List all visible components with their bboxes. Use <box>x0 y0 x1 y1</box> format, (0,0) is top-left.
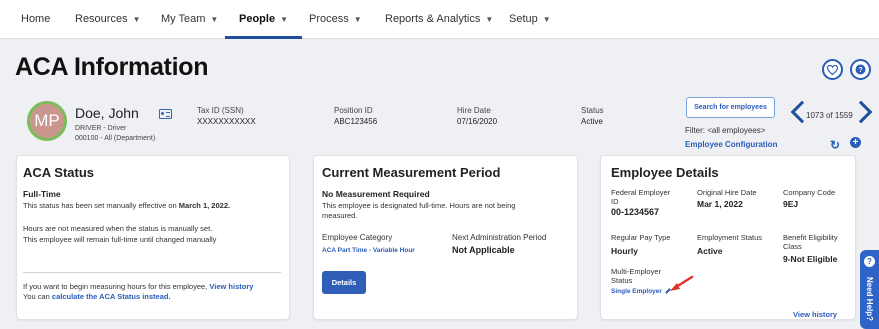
nav-setup[interactable]: Setup ▼ <box>509 0 551 39</box>
original-hire-label: Original Hire Date <box>697 188 757 197</box>
chevron-down-icon: ▼ <box>485 15 494 24</box>
fein-value: 00-1234567 <box>611 207 660 217</box>
chevron-down-icon: ▼ <box>210 15 219 24</box>
aca-status-value: Full-Time <box>23 189 61 199</box>
aca-status-set-date: March 1, 2022. <box>178 201 231 210</box>
aca-status-title: ACA Status <box>23 165 95 180</box>
help-button[interactable]: ? <box>850 59 871 80</box>
multi-employer-label-line1: Multi-Employer <box>611 267 662 276</box>
aca-status-footer: If you want to begin measuring hours for… <box>23 282 253 291</box>
aca-status-line1: Hours are not measured when the status i… <box>23 224 213 233</box>
measurement-desc-line1: This employee is designated full-time. H… <box>322 201 516 210</box>
employee-category-label: Employee Category <box>322 233 393 242</box>
nav-home[interactable]: Home <box>21 0 50 39</box>
chevron-down-icon: ▼ <box>542 15 551 24</box>
aca-status-set-prefix: This status has been set manually effect… <box>23 201 179 210</box>
search-employees-button[interactable]: Search for employees <box>686 97 775 118</box>
measurement-heading: No Measurement Required <box>322 189 430 199</box>
aca-status-footer2: You can calculate the ACA Status instead… <box>23 292 171 301</box>
employee-configuration-link[interactable]: Employee Configuration <box>685 140 777 149</box>
next-period-label: Next Administration Period <box>452 233 547 242</box>
multi-employer-label-line2: Status <box>611 276 633 285</box>
aca-status-set-text: This status has been set manually effect… <box>23 201 230 210</box>
add-icon[interactable]: + <box>850 137 861 148</box>
nav-people-label: People <box>239 13 276 25</box>
benefit-class-label-line1: Benefit Eligibility <box>783 233 838 242</box>
measurement-desc-line2: measured. <box>322 211 358 220</box>
need-help-tab[interactable]: ? Need Help? <box>860 250 879 329</box>
status-value: Active <box>581 117 603 126</box>
nav-home-label: Home <box>21 13 51 25</box>
aca-status-footer2-prefix: You can <box>23 292 52 301</box>
benefit-class-value: 9-Not Eligible <box>783 254 838 264</box>
page-title: ACA Information <box>15 53 209 81</box>
employment-status-label: Employment Status <box>697 233 763 242</box>
nav-people[interactable]: People ▼ <box>225 0 302 39</box>
nav-my-team[interactable]: My Team ▼ <box>161 0 218 39</box>
employee-category-value[interactable]: ACA Part Time - Variable Hour <box>322 247 415 254</box>
measurement-period-title: Current Measurement Period <box>322 165 501 180</box>
chevron-down-icon: ▼ <box>353 15 362 24</box>
nav-my-team-label: My Team <box>161 13 206 25</box>
employment-status-value: Active <box>697 246 723 256</box>
employee-counter: 1073 of 1559 <box>806 111 853 120</box>
status-label: Status <box>581 106 604 115</box>
nav-reports-analytics[interactable]: Reports & Analytics ▼ <box>385 0 493 39</box>
nav-reports-label: Reports & Analytics <box>385 13 481 25</box>
need-help-label: Need Help? <box>865 276 874 321</box>
aca-status-line2: This employee will remain full-time unti… <box>23 235 217 244</box>
hire-date-value: 07/16/2020 <box>457 117 498 126</box>
nav-setup-label: Setup <box>509 13 538 25</box>
fein-label-line2: ID <box>611 197 619 206</box>
arrow-annotation-icon <box>670 275 694 291</box>
pay-type-value: Hourly <box>611 246 638 256</box>
employee-details-view-history-link[interactable]: View history <box>793 310 837 319</box>
nav-resources[interactable]: Resources ▼ <box>75 0 141 39</box>
chevron-down-icon: ▼ <box>280 15 288 24</box>
next-period-value: Not Applicable <box>452 245 515 255</box>
svg-text:?: ? <box>858 66 862 74</box>
multi-employer-value: Single Employer <box>611 288 662 295</box>
nav-process[interactable]: Process ▼ <box>309 0 362 39</box>
benefit-class-label-line2: Class <box>783 242 802 251</box>
calculate-aca-status-link[interactable]: calculate the ACA Status instead. <box>52 292 171 301</box>
fein-label-line1: Federal Employer <box>611 188 671 197</box>
heart-icon <box>827 64 838 75</box>
id-card-icon[interactable] <box>159 109 172 119</box>
employee-department: 000100 - All (Department) <box>75 135 156 142</box>
position-id-label: Position ID <box>334 106 373 115</box>
tax-id-label: Tax ID (SSN) <box>197 106 244 115</box>
position-id-value: ABC123456 <box>334 117 378 126</box>
employee-title: DRIVER - Driver <box>75 125 127 132</box>
employee-details-title: Employee Details <box>611 165 719 180</box>
avatar: MP <box>27 101 67 141</box>
details-button[interactable]: Details <box>322 271 366 294</box>
hire-date-label: Hire Date <box>457 106 491 115</box>
nav-resources-label: Resources <box>75 13 128 25</box>
company-code-value: 9EJ <box>783 199 799 209</box>
aca-status-divider <box>23 272 281 273</box>
top-navigation: Home Resources ▼ My Team ▼ People ▼ Process… <box>0 0 879 39</box>
chevron-down-icon: ▼ <box>132 15 141 24</box>
original-hire-value: Mar 1, 2022 <box>697 199 743 209</box>
help-icon: ? <box>855 64 866 75</box>
employee-name: Doe, John <box>75 105 139 121</box>
question-icon: ? <box>864 256 875 267</box>
aca-view-history-link[interactable]: View history <box>209 282 253 291</box>
refresh-icon[interactable]: ↻ <box>830 138 840 152</box>
pay-type-label: Regular Pay Type <box>611 233 671 242</box>
aca-status-footer-text: If you want to begin measuring hours for… <box>23 282 208 291</box>
filter-text: Filter: <all employees> <box>685 126 766 135</box>
company-code-label: Company Code <box>783 188 836 197</box>
chevron-right-icon[interactable] <box>849 100 873 124</box>
favorite-button[interactable] <box>822 59 843 80</box>
nav-process-label: Process <box>309 13 349 25</box>
tax-id-value: XXXXXXXXXXX <box>197 117 256 126</box>
